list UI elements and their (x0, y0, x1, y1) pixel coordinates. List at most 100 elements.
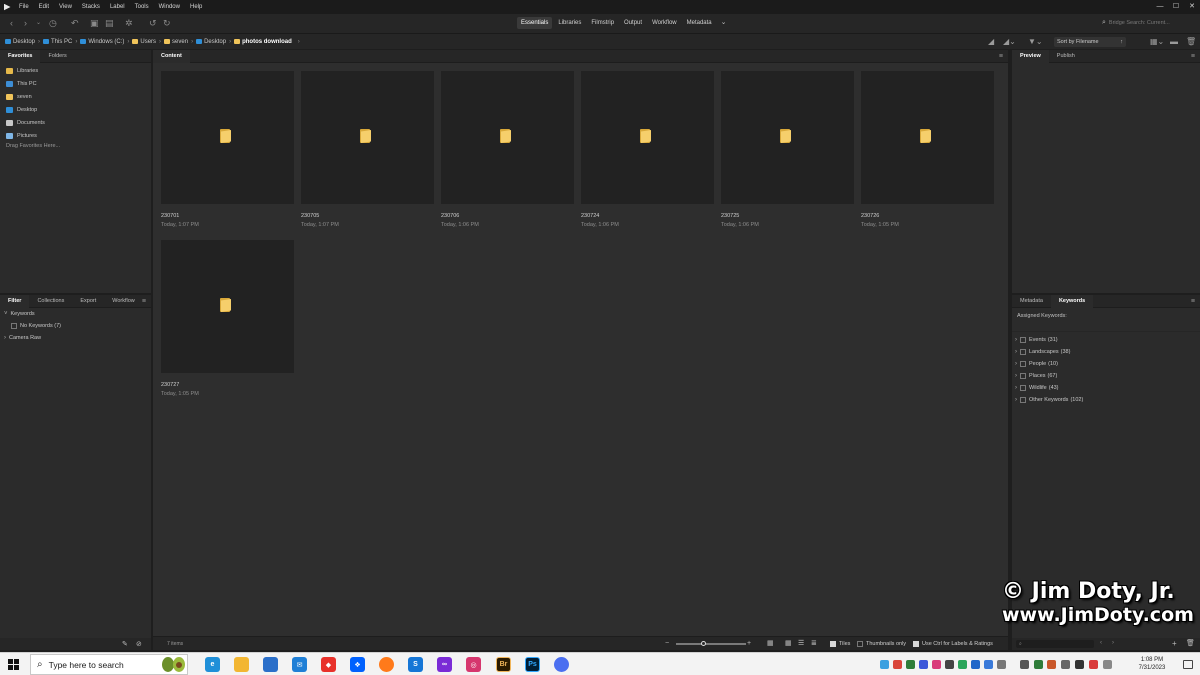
thumbnail-frame[interactable] (861, 71, 994, 204)
tray-app-icon[interactable] (1034, 660, 1043, 669)
firefox-icon[interactable] (379, 657, 394, 672)
keyword-landscapes[interactable]: › Landscapes (38) (1012, 346, 1200, 358)
camera-icon[interactable]: ▣ (90, 18, 99, 28)
tab-folders[interactable]: Folders (40, 50, 74, 63)
tray-app-icon[interactable] (1047, 660, 1056, 669)
boomerang-icon[interactable]: ↶ (71, 18, 79, 28)
zoom-slider[interactable] (676, 641, 746, 646)
breadcrumb-item[interactable]: Windows (C:) (80, 39, 124, 45)
thumbnail-frame[interactable] (581, 71, 714, 204)
rotate-right-icon[interactable]: ↻ (163, 18, 171, 28)
filter-keywords-group[interactable]: ˅ Keywords (0, 308, 151, 320)
view-list-icon[interactable]: ≣ (811, 640, 817, 648)
prev-icon[interactable]: ‹ (1100, 640, 1102, 646)
favorite-pictures[interactable]: Pictures (0, 129, 151, 142)
breadcrumb-item[interactable]: This PC (43, 39, 72, 45)
tray-weather-icon[interactable] (880, 660, 889, 669)
mail-icon[interactable]: ✉ (292, 657, 307, 672)
tab-keywords[interactable]: Keywords (1050, 294, 1094, 308)
tray-app-icon[interactable] (932, 660, 941, 669)
add-keyword-icon[interactable]: + (1172, 639, 1177, 648)
close-button[interactable]: ✕ (1184, 0, 1200, 14)
thumbnail-frame[interactable] (301, 71, 434, 204)
chevron-right-icon[interactable]: › (127, 39, 129, 45)
new-folder-icon[interactable]: ▬ (1170, 37, 1178, 47)
favorite-desktop[interactable]: Desktop (0, 103, 151, 116)
delete-keyword-icon[interactable]: 🗑 (1186, 639, 1195, 647)
favorite-libraries[interactable]: Libraries (0, 64, 151, 77)
tab-publish[interactable]: Publish (1049, 50, 1083, 63)
app-purple-icon[interactable]: ∞ (437, 657, 452, 672)
thumbnail-item[interactable]: 230727 Today, 1:05 PM (161, 240, 294, 397)
tab-favorites[interactable]: Favorites (0, 49, 41, 63)
panel-menu-icon[interactable]: ≡ (142, 298, 146, 305)
thumbnail-item[interactable]: 230724 Today, 1:06 PM (581, 71, 714, 228)
tab-filter[interactable]: Filter (0, 294, 30, 308)
network-icon[interactable] (1103, 660, 1112, 669)
breadcrumb-item[interactable]: Desktop (196, 39, 226, 45)
quality-icon[interactable]: ◢ (988, 37, 994, 47)
chevron-right-icon[interactable]: › (1015, 337, 1017, 343)
sort-dropdown[interactable]: Sort by Filename ↑ (1054, 37, 1126, 47)
chevron-right-icon[interactable]: › (1015, 373, 1017, 379)
tab-preview[interactable]: Preview (1012, 49, 1049, 63)
bridge-search[interactable]: ⌕ Bridge Search: Current... (1102, 18, 1194, 28)
thumbnail-item[interactable]: 230726 Today, 1:05 PM (861, 71, 994, 228)
checkbox[interactable] (1020, 337, 1026, 343)
recent-icon[interactable]: ◷ (49, 18, 57, 28)
chevron-right-icon[interactable]: › (191, 39, 193, 45)
ctrl-labels-toggle[interactable]: Use Ctrl for Labels & Ratings (913, 641, 993, 647)
menu-stacks[interactable]: Stacks (77, 4, 105, 10)
tray-cloud-icon[interactable] (997, 660, 1006, 669)
keyword-search-input[interactable]: ⌕ (1016, 640, 1094, 648)
checkbox[interactable] (1020, 361, 1026, 367)
maximize-button[interactable]: ☐ (1168, 0, 1184, 14)
chevron-right-icon[interactable]: › (229, 39, 231, 45)
tray-dropbox-icon[interactable] (971, 660, 980, 669)
checkbox[interactable] (1020, 397, 1026, 403)
tray-app-icon[interactable] (1089, 660, 1098, 669)
tab-metadata[interactable]: Metadata (1012, 295, 1051, 308)
checkbox[interactable] (1020, 373, 1026, 379)
tab-export[interactable]: Export (72, 295, 104, 308)
tab-workflow[interactable]: Workflow (104, 295, 143, 308)
forward-icon[interactable]: › (24, 18, 27, 28)
chevron-right-icon[interactable]: › (38, 39, 40, 45)
file-explorer-icon[interactable] (234, 657, 249, 672)
thumbnail-item[interactable]: 230701 Today, 1:07 PM (161, 71, 294, 228)
tray-shield-icon[interactable] (958, 660, 967, 669)
workspace-filmstrip[interactable]: Filmstrip (587, 17, 618, 29)
chevron-right-icon[interactable]: › (1015, 397, 1017, 403)
store-icon[interactable] (263, 657, 278, 672)
gear-icon[interactable]: ✲ (125, 18, 133, 28)
breadcrumb-item[interactable]: Desktop (5, 39, 35, 45)
rotate-left-icon[interactable]: ↺ (149, 18, 157, 28)
view-details-icon[interactable]: ☰ (798, 640, 804, 648)
menu-window[interactable]: Window (154, 4, 185, 10)
view-thumbnails-icon[interactable]: ▦ (785, 640, 792, 648)
panel-menu-icon[interactable]: ≡ (1191, 53, 1195, 60)
checkbox[interactable] (857, 641, 863, 647)
thumbnail-frame[interactable] (161, 71, 294, 204)
photoshop-icon[interactable]: Ps (525, 657, 540, 672)
start-button[interactable] (8, 659, 19, 670)
keyword-wildlife[interactable]: › Wildlife (43) (1012, 382, 1200, 394)
tab-collections[interactable]: Collections (29, 295, 72, 308)
dropbox-icon[interactable]: ❖ (350, 657, 365, 672)
view-grid-lock-icon[interactable]: ▦ (767, 640, 774, 648)
open-recent-icon[interactable]: ▦⌄ (1150, 37, 1164, 47)
favorite-documents[interactable]: Documents (0, 116, 151, 129)
minimize-button[interactable]: — (1152, 0, 1168, 14)
thumbnail-item[interactable]: 230706 Today, 1:06 PM (441, 71, 574, 228)
workspace-output[interactable]: Output (620, 17, 646, 29)
thumbnail-item[interactable]: 230705 Today, 1:07 PM (301, 71, 434, 228)
workspace-essentials[interactable]: Essentials (517, 17, 553, 29)
menu-view[interactable]: View (54, 4, 77, 10)
tray-app-icon[interactable] (906, 660, 915, 669)
chevron-right-icon[interactable]: › (1015, 361, 1017, 367)
delete-icon[interactable]: 🗑 (1186, 37, 1196, 47)
next-icon[interactable]: › (1112, 640, 1114, 646)
filter-no-keywords[interactable]: No Keywords (7) (0, 320, 151, 332)
app-red-icon[interactable]: ◆ (321, 657, 336, 672)
back-icon[interactable]: ‹ (10, 18, 13, 28)
